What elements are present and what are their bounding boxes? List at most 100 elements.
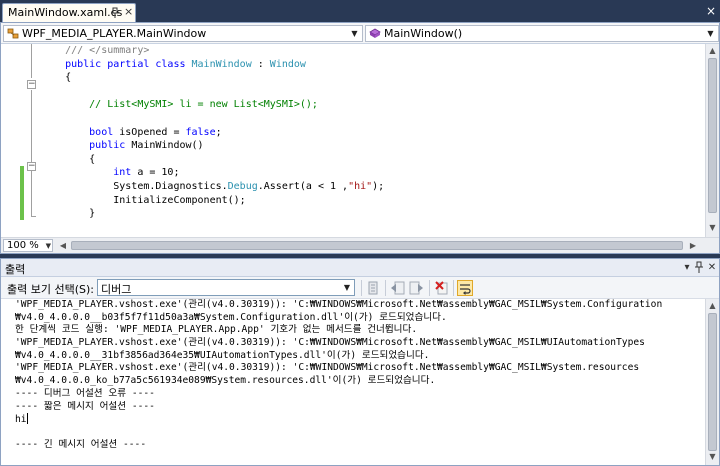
code-line: public MainWindow() [41, 139, 705, 153]
code-token: : [251, 58, 270, 70]
scroll-down-icon[interactable]: ▼ [706, 222, 719, 234]
output-line-text: ---- 디버그 어설션 오류 ---- [15, 387, 155, 399]
scrollbar-thumb[interactable] [708, 313, 717, 451]
pin-icon[interactable] [693, 261, 705, 274]
code-token: .Assert(a < 1 , [257, 180, 349, 192]
outline-end [31, 216, 36, 217]
output-title: 출력 [5, 263, 26, 276]
code-token: false [185, 126, 216, 138]
close-document-icon[interactable]: × [704, 4, 718, 18]
close-icon[interactable]: × [124, 6, 133, 18]
scroll-down-icon[interactable]: ▼ [706, 451, 719, 463]
document-tab-label: MainWindow.xaml.cs [8, 6, 123, 19]
code-token: public partial class [41, 58, 192, 70]
find-source-icon[interactable] [365, 280, 381, 296]
output-line: ₩v4.0_4.0.0.0__b03f5f7f11d50a3a₩System.C… [15, 312, 705, 325]
editor-vertical-scrollbar[interactable]: ▲ ▼ [705, 44, 719, 237]
output-line: 한 단계씩 코드 실행: 'WPF_MEDIA_PLAYER.App.App' … [15, 324, 705, 337]
code-token: System.Diagnostics. [41, 180, 228, 192]
code-token: // List<MySMI> li = new List<MySMI>(); [41, 99, 318, 111]
scroll-up-icon[interactable]: ▲ [706, 45, 719, 57]
collapse-region-icon[interactable]: − [27, 162, 36, 171]
output-line: ₩v4.0_4.0.0.0__31bf3856ad364e35₩UIAutoma… [15, 350, 705, 363]
code-line: /// </summary> [41, 44, 705, 58]
scrollbar-thumb[interactable] [708, 58, 717, 213]
outline-guide [31, 44, 32, 78]
output-toolbar: 출력 보기 선택(S): 디버그 ▼ [1, 277, 719, 299]
window-position-icon[interactable]: ▾ [681, 261, 693, 274]
outline-guide [31, 172, 32, 216]
code-line: { [41, 153, 705, 167]
output-line-text: ₩v4.0_4.0.0.0__b03f5f7f11d50a3a₩System.C… [15, 311, 447, 323]
collapse-region-icon[interactable]: − [27, 80, 36, 89]
clear-all-icon[interactable] [434, 280, 450, 296]
code-token: { [41, 72, 72, 84]
editor-bottom-bar: 100 % ▼ ◀ ▶ [1, 237, 719, 253]
chevron-down-icon[interactable]: ▼ [705, 27, 716, 40]
code-line: // List<MySMI> li = new List<MySMI>(); [41, 98, 705, 112]
change-marker [20, 166, 24, 220]
output-line: 'WPF_MEDIA_PLAYER.vshost.exe'(관리(v4.0.30… [15, 362, 705, 375]
close-icon[interactable]: ✕ [706, 261, 718, 274]
document-tab-mainwindow[interactable]: MainWindow.xaml.cs × [2, 3, 136, 22]
output-line-text: ---- 긴 메시지 어설션 ---- [15, 438, 147, 450]
scroll-up-icon[interactable]: ▲ [706, 300, 719, 312]
pin-icon[interactable] [110, 7, 120, 19]
output-source-value: 디버그 [101, 283, 132, 296]
member-dropdown-value: MainWindow() [384, 27, 463, 40]
code-token: ); [372, 180, 385, 192]
horizontal-scrollbar-thumb[interactable] [71, 241, 683, 250]
code-token: { [41, 153, 96, 165]
word-wrap-icon[interactable] [457, 280, 473, 296]
code-text-area[interactable]: − − /// </summary> public partial class … [1, 44, 705, 237]
output-source-dropdown[interactable]: 디버그 ▼ [97, 279, 355, 296]
output-line-text: 'WPF_MEDIA_PLAYER.vshost.exe'(관리(v4.0.30… [15, 362, 640, 374]
output-line-text: ₩v4.0_4.0.0.0_ko_b77a5c561934e089₩System… [15, 375, 436, 387]
next-message-icon[interactable] [408, 280, 424, 296]
code-token: } [41, 208, 96, 220]
type-dropdown[interactable]: WPF_MEDIA_PLAYER.MainWindow ▼ [3, 25, 363, 42]
selection-margin[interactable] [1, 44, 19, 237]
toolbar-separator [429, 280, 430, 296]
outlining-margin: − − [25, 44, 39, 237]
code-token: InitializeComponent(); [41, 194, 246, 206]
document-tab-strip: MainWindow.xaml.cs × × [0, 0, 720, 22]
scroll-left-icon[interactable]: ◀ [57, 239, 69, 252]
code-token: Debug [227, 180, 258, 192]
scroll-right-icon[interactable]: ▶ [687, 239, 699, 252]
code-line: InitializeComponent(); [41, 194, 705, 208]
code-line: bool isOpened = false; [41, 126, 705, 140]
code-line: System.Diagnostics.Debug.Assert(a < 1 ,"… [41, 180, 705, 194]
output-title-bar[interactable]: 출력 ▾ ✕ [1, 259, 719, 277]
output-line: 'WPF_MEDIA_PLAYER.vshost.exe'(관리(v4.0.30… [15, 337, 705, 350]
output-text-area[interactable]: 'WPF_MEDIA_PLAYER.vshost.exe'(관리(v4.0.30… [1, 299, 705, 465]
code-token: "hi" [348, 180, 373, 192]
code-token: Window [269, 58, 306, 70]
navigation-bar: WPF_MEDIA_PLAYER.MainWindow ▼ MainWindow… [1, 23, 719, 44]
code-token: /// </summary> [41, 45, 150, 56]
output-line: ---- 긴 메시지 어설션 ---- [15, 439, 705, 452]
code-token: bool [41, 126, 114, 138]
output-line: ---- 디버그 어설션 오류 ---- [15, 388, 705, 401]
code-line: int a = 10; [41, 166, 705, 180]
output-vertical-scrollbar[interactable]: ▲ ▼ [705, 299, 719, 465]
prev-message-icon[interactable] [390, 280, 406, 296]
code-editor: WPF_MEDIA_PLAYER.MainWindow ▼ MainWindow… [0, 22, 720, 254]
code-token: isOpened = [113, 126, 186, 138]
code-token: MainWindow [191, 58, 252, 70]
chevron-down-icon[interactable]: ▼ [341, 281, 353, 294]
zoom-value: 100 % [7, 240, 39, 251]
chevron-down-icon[interactable]: ▼ [349, 27, 360, 40]
code-token: int [41, 167, 132, 179]
output-window: 출력 ▾ ✕ 출력 보기 선택(S): 디버그 ▼ 'WPF_MEDIA_PLA… [0, 258, 720, 466]
member-dropdown[interactable]: MainWindow() ▼ [365, 25, 719, 42]
class-icon [7, 28, 19, 39]
code-token: a = 10; [131, 167, 180, 179]
chevron-down-icon[interactable]: ▼ [46, 240, 51, 252]
zoom-dropdown[interactable]: 100 % ▼ [3, 239, 53, 252]
code-token: ; [215, 126, 222, 138]
toolbar-separator [385, 280, 386, 296]
